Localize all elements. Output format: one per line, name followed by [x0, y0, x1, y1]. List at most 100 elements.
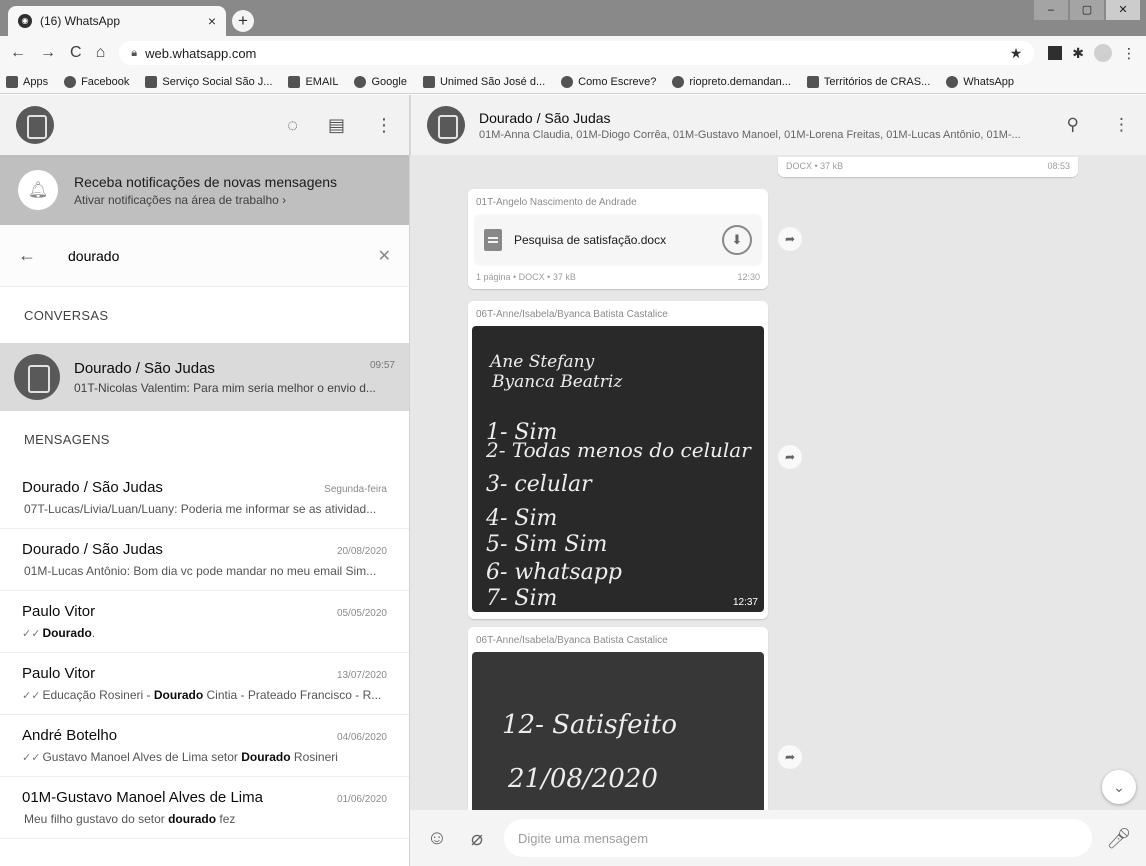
message-result-item[interactable]: Dourado / São Judas Segunda-feira 07T-Luc…	[0, 467, 409, 529]
preview-text: Educação Rosineri -	[42, 688, 154, 702]
image-message[interactable]: 06T-Anne/Isabela/Byanca Batista Castalic…	[468, 627, 768, 827]
bookmark-whatsapp[interactable]: WhatsApp	[946, 75, 1014, 88]
handwritten-line: Ane Stefany	[490, 352, 595, 372]
bookmarks-bar: Apps Facebook Serviço Social São J... EM…	[0, 70, 1146, 94]
message-preview: 01M-Lucas Antônio: Bom dia vc pode manda…	[22, 564, 387, 578]
handwritten-note-photo[interactable]: 12- Satisfeito 21/08/2020	[472, 652, 764, 822]
close-tab-icon[interactable]: ×	[208, 13, 216, 29]
bookmark-email[interactable]: EMAIL	[288, 75, 338, 88]
message-composer: ☺ ⌀ Digite uma mensagem 🎤︎	[410, 810, 1146, 866]
extension-icon[interactable]	[1048, 46, 1063, 60]
message-chat-name: Paulo Vitor	[22, 603, 96, 620]
bookmark-label: Serviço Social São J...	[162, 75, 273, 88]
menu-icon[interactable]: ⋮	[375, 115, 393, 136]
bell-off-icon: 🔔︎	[18, 170, 58, 210]
new-tab-button[interactable]: +	[232, 10, 254, 32]
bookmark-riopreto[interactable]: riopreto.demandan...	[672, 75, 791, 88]
close-window-button[interactable]: ✕	[1106, 0, 1140, 20]
preview-text: 07T-Lucas/Livia/Luan/Luany: Poderia me i…	[24, 502, 377, 516]
image-message[interactable]: 06T-Anne/Isabela/Byanca Batista Castalic…	[468, 301, 768, 619]
notification-banner[interactable]: 🔔︎ Receba notificações de novas mensagen…	[0, 155, 409, 225]
browser-tab-bar: ◉ (16) WhatsApp × + – ▢ ✕	[0, 0, 1146, 36]
back-arrow-icon[interactable]: ←	[10, 44, 26, 62]
download-icon[interactable]: ⬇	[722, 225, 752, 255]
clear-search-icon[interactable]: ✕	[378, 246, 391, 266]
menu-icon[interactable]: ⋮	[1113, 115, 1130, 135]
message-result-item[interactable]: Paulo Vitor 05/05/2020 ✓✓ Dourado.	[0, 591, 409, 653]
globe-icon	[672, 75, 685, 88]
microphone-icon[interactable]: 🎤︎	[1106, 826, 1132, 851]
bookmark-star-icon[interactable]: ★	[1010, 45, 1023, 62]
preview-highlight: Dourado	[241, 750, 291, 764]
handwritten-line: 6- whatsapp	[486, 560, 622, 585]
message-chat-name: André Botelho	[22, 727, 118, 744]
chat-list-item[interactable]: Dourado / São Judas 09:57 01T-Nicolas Va…	[0, 343, 409, 411]
status-icon[interactable]: ◌	[287, 115, 298, 136]
forward-icon[interactable]: ➦	[778, 227, 802, 251]
bookmark-servico-social[interactable]: Serviço Social São J...	[145, 75, 273, 88]
bookmark-label: Apps	[23, 75, 49, 88]
attach-icon[interactable]: ⌀	[464, 826, 490, 851]
new-chat-icon[interactable]: ▤	[328, 115, 345, 136]
bookmark-label: Unimed São José d...	[439, 75, 546, 88]
emoji-icon[interactable]: ☺	[424, 827, 450, 850]
bookmark-apps[interactable]: Apps	[6, 75, 49, 88]
message-results-list: Dourado / São Judas Segunda-feira 07T-Luc…	[0, 467, 409, 839]
bookmark-unimed[interactable]: Unimed São José d...	[422, 75, 546, 88]
message-result-item[interactable]: Dourado / São Judas 20/08/2020 01M-Lucas …	[0, 529, 409, 591]
chat-panel: Dourado / São Judas 01M-Anna Claudia, 01…	[410, 95, 1146, 866]
bookmark-territorios[interactable]: Territórios de CRAS...	[806, 75, 930, 88]
user-avatar[interactable]	[16, 106, 54, 144]
bookmark-google[interactable]: Google	[354, 75, 407, 88]
document-icon	[484, 229, 502, 251]
home-icon[interactable]: ⌂	[96, 44, 106, 62]
forward-arrow-icon[interactable]: →	[40, 44, 56, 62]
url-field[interactable]: 🔒︎ web.whatsapp.com ★	[119, 41, 1035, 65]
maximize-button[interactable]: ▢	[1070, 0, 1104, 20]
browser-tab[interactable]: ◉ (16) WhatsApp ×	[8, 6, 226, 36]
document-message[interactable]: 01T-Angelo Nascimento de Andrade Pesquis…	[468, 189, 768, 289]
message-time: 12:37	[732, 597, 758, 608]
message-input[interactable]: Digite uma mensagem	[504, 819, 1092, 857]
group-avatar[interactable]	[427, 106, 465, 144]
tab-title: (16) WhatsApp	[40, 14, 121, 28]
scroll-down-button[interactable]: ⌄	[1102, 770, 1136, 804]
double-check-icon: ✓✓	[22, 690, 41, 702]
message-date: 05/05/2020	[336, 608, 387, 619]
enable-notifications-link[interactable]: Ativar notificações na área de trabalho …	[74, 193, 337, 207]
bookmark-icon	[145, 75, 158, 88]
forward-icon[interactable]: ➦	[778, 445, 802, 469]
apps-grid-icon	[6, 75, 18, 88]
reload-icon[interactable]: C	[70, 44, 82, 62]
message-preview: ✓✓ Dourado.	[22, 626, 387, 640]
whatsapp-icon: ◉	[18, 14, 32, 28]
chat-header[interactable]: Dourado / São Judas 01M-Anna Claudia, 01…	[410, 95, 1146, 155]
browser-menu-icon[interactable]: ⋮	[1122, 45, 1136, 62]
search-icon[interactable]: ⚲	[1067, 115, 1079, 135]
back-arrow-icon[interactable]: ←	[18, 245, 48, 266]
bookmark-como-escreve[interactable]: Como Escreve?	[561, 75, 656, 88]
preview-text: .	[91, 626, 96, 640]
message-preview: 07T-Lucas/Livia/Luan/Luany: Poderia me i…	[22, 502, 387, 516]
extensions-area: ✱ ⋮	[1048, 44, 1136, 62]
message-result-item[interactable]: Paulo Vitor 13/07/2020 ✓✓ Educação Rosiner…	[0, 653, 409, 715]
forward-icon[interactable]: ➦	[778, 745, 802, 769]
minimize-button[interactable]: –	[1034, 0, 1068, 20]
puzzle-icon[interactable]: ✱	[1072, 45, 1084, 62]
document-meta: 1 página • DOCX • 37 kB	[476, 272, 576, 282]
search-input[interactable]	[48, 247, 378, 264]
chat-title: Dourado / São Judas	[479, 109, 611, 126]
handwritten-line: 21/08/2020	[508, 764, 658, 794]
document-attachment[interactable]: Pesquisa de satisfação.docx ⬇	[474, 214, 762, 266]
section-header-messages: MENSAGENS	[24, 431, 110, 447]
message-result-item[interactable]: André Botelho 04/06/2020 ✓✓ Gustavo Manoel…	[0, 715, 409, 777]
chat-preview: 01T-Nicolas Valentim: Para mim seria mel…	[74, 380, 376, 395]
handwritten-note-photo[interactable]: Ane Stefany Byanca Beatriz 1- Sim 2- Tod…	[472, 326, 764, 612]
message-result-item[interactable]: 01M-Gustavo Manoel Alves de Lima 01/06/20…	[0, 777, 409, 839]
message-chat-name: Dourado / São Judas	[22, 541, 163, 558]
message-bubble-previous: DOCX • 37 kB 08:53	[778, 157, 1078, 177]
window-controls: – ▢ ✕	[1034, 0, 1140, 20]
message-preview: Meu filho gustavo do setor dourado fez	[22, 812, 387, 826]
profile-avatar[interactable]	[1094, 44, 1112, 62]
bookmark-facebook[interactable]: Facebook	[64, 75, 129, 88]
